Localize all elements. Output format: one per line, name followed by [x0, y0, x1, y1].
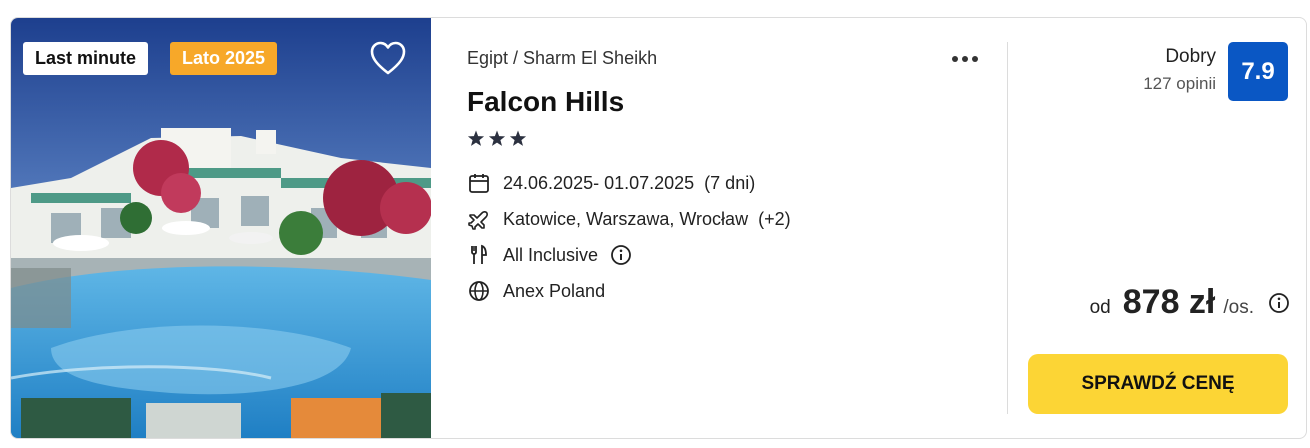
heart-icon[interactable]: [369, 40, 407, 76]
price-info-icon[interactable]: [1268, 292, 1290, 314]
hotel-photo-image: [11, 18, 431, 438]
departure-extra-count[interactable]: (+2): [758, 209, 791, 230]
rating-score: 7.9: [1228, 42, 1288, 101]
operator-row: Anex Poland: [467, 278, 605, 304]
offer-card[interactable]: Last minute Lato 2025 Egipt / Sharm El S…: [10, 17, 1307, 439]
plane-icon: [468, 211, 488, 230]
price-row: od 878 zł /os.: [1090, 283, 1290, 323]
info-icon[interactable]: [610, 244, 632, 266]
cutlery-icon: [471, 244, 487, 264]
more-dots-icon[interactable]: [949, 48, 985, 70]
divider: [1007, 42, 1008, 414]
dates-row: 24.06.2025- 01.07.2025 (7 dni): [467, 170, 755, 196]
star-icon: [509, 130, 527, 146]
star-icon: [467, 130, 485, 146]
price-value: 878 zł: [1122, 283, 1216, 321]
calendar-icon: [469, 174, 489, 193]
rating-count[interactable]: 127 opinii: [1143, 74, 1216, 94]
board-type: All Inclusive: [503, 244, 599, 265]
rating-label: Dobry: [1165, 46, 1216, 67]
departure-cities: Katowice, Warszawa, Wrocław: [503, 208, 749, 229]
price-prefix: od: [1089, 297, 1111, 318]
departure-row: Katowice, Warszawa, Wrocław (+2): [467, 206, 791, 232]
season-badge: Lato 2025: [170, 42, 278, 75]
tour-operator: Anex Poland: [503, 280, 606, 301]
travel-dates: 24.06.2025- 01.07.2025: [503, 172, 695, 193]
board-row: All Inclusive: [467, 242, 632, 268]
price-per-person: /os.: [1223, 297, 1254, 318]
travel-duration: (7 dni): [704, 172, 756, 193]
star-icon: [488, 130, 506, 146]
hotel-location: Egipt / Sharm El Sheikh: [467, 48, 658, 68]
last-minute-badge: Last minute: [23, 42, 149, 75]
offer-info: Egipt / Sharm El Sheikh Falcon Hills 24.…: [467, 18, 1007, 438]
check-price-button[interactable]: SPRAWDŹ CENĘ: [1028, 354, 1288, 414]
globe-icon: [469, 281, 489, 301]
hotel-photo[interactable]: Last minute Lato 2025: [11, 18, 431, 438]
hotel-stars: [467, 129, 533, 149]
hotel-name[interactable]: Falcon Hills: [467, 86, 624, 118]
